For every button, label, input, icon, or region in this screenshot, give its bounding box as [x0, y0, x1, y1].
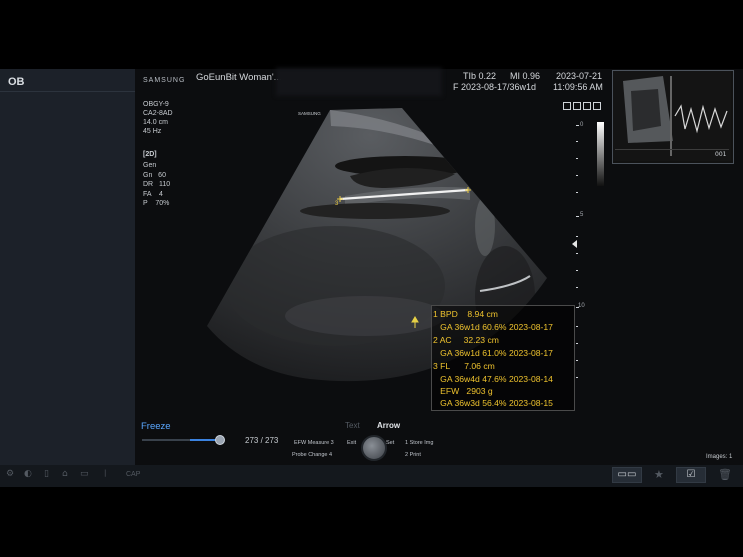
- depth-scale: [576, 125, 579, 378]
- measurement-line: GA 36w1d 61.0% 2023-08-17: [433, 348, 553, 358]
- store-img-label[interactable]: 1 Store Img: [405, 440, 433, 446]
- exam-time: 11:09:56 AM: [553, 82, 603, 92]
- left-panel-divider: [0, 91, 135, 92]
- exam-date: 2023-07-21: [556, 71, 603, 81]
- thumbnail-image[interactable]: [612, 70, 734, 164]
- checkbox-button[interactable]: ☑: [676, 467, 706, 483]
- patient-name: GoEunBit Woman'...: [196, 72, 282, 83]
- star-icon[interactable]: ★: [654, 468, 664, 481]
- tib-index: TIb 0.22: [463, 71, 497, 81]
- measurement-line: 1 BPD 8.94 cm: [433, 309, 498, 319]
- set-label[interactable]: Set: [386, 440, 394, 446]
- freeze-label[interactable]: Freeze: [141, 421, 171, 432]
- scale-tick-label: 0: [580, 122, 584, 128]
- focus-marker-icon[interactable]: [572, 240, 577, 248]
- exit-label[interactable]: Exit: [347, 440, 356, 446]
- grayscale-bar: [597, 122, 604, 186]
- left-panel: [0, 69, 135, 465]
- text-mode-button[interactable]: Text: [345, 421, 360, 430]
- measurement-line: EFW 2903 g: [433, 386, 493, 396]
- mi-index: MI 0.96: [510, 71, 541, 81]
- image-watermark: SAMSUNG: [298, 111, 321, 116]
- print-label[interactable]: 2 Print: [405, 452, 421, 458]
- brand-logo: SAMSUNG: [143, 77, 186, 84]
- scale-tick-label: 10: [578, 303, 585, 309]
- contrast-icon[interactable]: ◐: [24, 469, 32, 479]
- mode-title: OB: [8, 76, 25, 88]
- measurement-line: GA 36w1d 60.6% 2023-08-17: [433, 322, 553, 332]
- measurement-line: 2 AC 32.23 cm: [433, 335, 499, 345]
- comment-icon[interactable]: ▭: [80, 469, 89, 479]
- efw-measure-label[interactable]: EFW Measure 3: [294, 440, 334, 446]
- dual-view-button[interactable]: ▭▭: [612, 467, 642, 483]
- settings-icon[interactable]: ⚙: [6, 469, 14, 479]
- measurement-line: 3 FL 7.06 cm: [433, 361, 495, 371]
- measurement-line: GA 36w3d 56.4% 2023-08-15: [433, 398, 553, 408]
- cap-button[interactable]: CAP: [126, 471, 140, 478]
- scale-tick-label: 5: [580, 212, 584, 218]
- home-icon[interactable]: ⌂: [62, 469, 68, 479]
- redacted-area: [276, 68, 442, 96]
- frame-count: 273 / 273: [245, 436, 279, 445]
- arrow-mode-button[interactable]: Arrow: [377, 421, 400, 430]
- bookmark-icon[interactable]: ▯: [44, 469, 49, 479]
- thumbnail-number: 001: [715, 151, 727, 158]
- control-dial[interactable]: [361, 435, 387, 461]
- measurement-line: GA 36w4d 47.6% 2023-08-14: [433, 374, 553, 384]
- images-count: Images: 1: [706, 454, 733, 460]
- divider-icon: |: [104, 469, 107, 477]
- trash-icon[interactable]: 🗑: [718, 468, 732, 481]
- lmp-ga: F 2023-08-17/36w1d: [453, 82, 537, 92]
- cine-slider-knob[interactable]: [215, 435, 225, 445]
- probe-change-label[interactable]: Probe Change 4: [292, 452, 332, 458]
